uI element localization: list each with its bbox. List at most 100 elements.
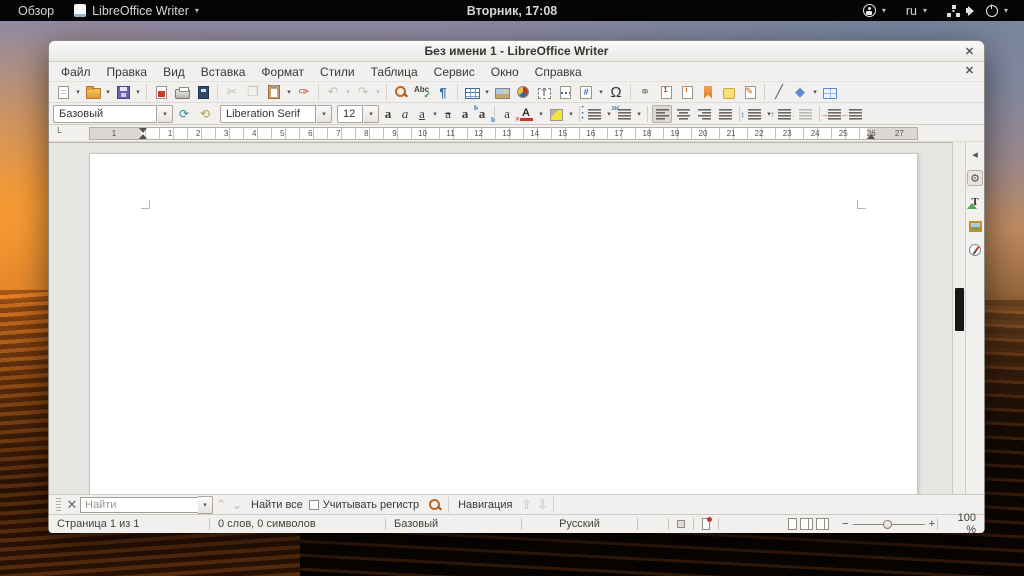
basic-shapes-dropdown[interactable]: ▾ xyxy=(811,83,819,101)
special-character-button[interactable]: Ω xyxy=(606,83,626,101)
tab-stop-selector[interactable]: └ xyxy=(55,127,61,137)
save-dropdown[interactable]: ▾ xyxy=(134,83,142,101)
superscript-button[interactable]: a xyxy=(457,105,473,123)
window-close-button[interactable]: ✕ xyxy=(961,43,978,60)
insert-table-button[interactable] xyxy=(462,83,482,101)
find-all-button[interactable]: Найти все xyxy=(245,498,309,512)
paragraph-style-combo[interactable]: Базовый xyxy=(53,105,157,123)
ruler-band[interactable]: 1234567891011121314151617181920212223242… xyxy=(89,127,918,140)
save-button[interactable] xyxy=(113,83,133,101)
find-history-dropdown[interactable]: ▾ xyxy=(198,496,213,514)
word-count-status[interactable]: 0 слов, 0 символов xyxy=(210,515,385,533)
menu-table[interactable]: Таблица xyxy=(363,63,426,81)
book-view-button[interactable] xyxy=(816,518,825,530)
show-draw-functions-button[interactable] xyxy=(820,83,840,101)
redo-button[interactable]: ↷ xyxy=(353,83,373,101)
left-indent-marker[interactable] xyxy=(139,130,147,139)
font-name-dropdown[interactable]: ▾ xyxy=(317,105,332,123)
bold-button[interactable]: a xyxy=(380,105,396,123)
document-modified-status[interactable] xyxy=(694,515,718,533)
menu-styles[interactable]: Стили xyxy=(312,63,363,81)
menu-edit[interactable]: Правка xyxy=(99,63,156,81)
undo-dropdown[interactable]: ▾ xyxy=(344,83,352,101)
navigate-next-button[interactable]: ⇩ xyxy=(534,496,550,514)
highlight-color-button[interactable] xyxy=(546,105,566,123)
document-page[interactable] xyxy=(89,153,918,494)
underline-dropdown[interactable]: ▾ xyxy=(431,105,439,123)
font-size-combo[interactable]: 12 xyxy=(337,105,363,123)
cut-button[interactable]: ✂ xyxy=(222,83,242,101)
menu-tools[interactable]: Сервис xyxy=(426,63,483,81)
sidebar-styles-icon[interactable]: T xyxy=(967,194,983,210)
menu-format[interactable]: Формат xyxy=(253,63,312,81)
track-changes-button[interactable] xyxy=(740,83,760,101)
redo-dropdown[interactable]: ▾ xyxy=(374,83,382,101)
keyboard-layout-menu[interactable]: ru ▾ xyxy=(898,0,935,21)
menu-insert[interactable]: Вставка xyxy=(193,63,254,81)
subscript-button[interactable]: a xyxy=(474,105,490,123)
open-dropdown[interactable]: ▾ xyxy=(104,83,112,101)
font-size-dropdown[interactable]: ▾ xyxy=(364,105,379,123)
highlight-color-dropdown[interactable]: ▾ xyxy=(567,105,575,123)
update-style-button[interactable]: ⟳ xyxy=(174,105,194,123)
align-center-button[interactable] xyxy=(673,105,693,123)
menu-view[interactable]: Вид xyxy=(155,63,193,81)
hyperlink-button[interactable]: ⚭ xyxy=(635,83,655,101)
copy-button[interactable]: ❐ xyxy=(243,83,263,101)
app-menu-button[interactable]: LibreOffice Writer ▾ xyxy=(66,0,207,21)
insert-field-button[interactable]: # xyxy=(576,83,596,101)
italic-button[interactable]: a xyxy=(397,105,413,123)
print-button[interactable] xyxy=(172,83,192,101)
menu-file[interactable]: Файл xyxy=(53,63,99,81)
sidebar-gallery-icon[interactable] xyxy=(967,218,983,234)
insert-textbox-button[interactable]: T xyxy=(534,83,554,101)
paste-button[interactable] xyxy=(264,83,284,101)
scrollbar-thumb[interactable] xyxy=(955,288,964,331)
zoom-in-button[interactable]: + xyxy=(929,518,935,530)
bookmark-button[interactable] xyxy=(698,83,718,101)
export-pdf-button[interactable] xyxy=(151,83,171,101)
formatting-marks-button[interactable]: ¶ xyxy=(433,83,453,101)
underline-button[interactable]: a xyxy=(414,105,430,123)
zoom-out-button[interactable]: − xyxy=(842,518,848,530)
spelling-button[interactable] xyxy=(412,83,432,101)
insert-table-dropdown[interactable]: ▾ xyxy=(483,83,491,101)
system-status-menu[interactable]: ▾ xyxy=(939,0,1016,21)
zoom-slider-knob[interactable] xyxy=(883,520,892,529)
find-input[interactable] xyxy=(80,497,198,513)
basic-shapes-button[interactable]: ◆ xyxy=(790,83,810,101)
footnote-button[interactable] xyxy=(656,83,676,101)
find-previous-button[interactable]: ⌃ xyxy=(213,496,229,514)
toolbar-grip[interactable] xyxy=(56,498,61,512)
align-right-button[interactable] xyxy=(694,105,714,123)
document-close-button[interactable]: ✕ xyxy=(961,62,978,79)
page-style-status[interactable]: Базовый xyxy=(386,515,521,533)
clear-formatting-button[interactable]: a xyxy=(499,105,515,123)
endnote-button[interactable] xyxy=(677,83,697,101)
vertical-scrollbar[interactable] xyxy=(952,142,966,494)
new-style-button[interactable]: ⟲ xyxy=(195,105,215,123)
numbered-list-button[interactable] xyxy=(614,105,634,123)
strikethrough-button[interactable]: a xyxy=(440,105,456,123)
workspace[interactable] xyxy=(49,142,952,494)
insert-line-button[interactable]: ╱ xyxy=(769,83,789,101)
page-number-status[interactable]: Страница 1 из 1 xyxy=(49,515,209,533)
multi-page-view-button[interactable] xyxy=(800,518,809,530)
print-preview-button[interactable] xyxy=(193,83,213,101)
zoom-percentage[interactable]: 100 % xyxy=(938,515,984,533)
font-color-dropdown[interactable]: ▾ xyxy=(537,105,545,123)
single-page-view-button[interactable] xyxy=(788,518,797,530)
find-and-replace-button[interactable] xyxy=(425,496,445,514)
titlebar[interactable]: Без имени 1 - LibreOffice Writer ✕ xyxy=(49,41,984,62)
paste-dropdown[interactable]: ▾ xyxy=(285,83,293,101)
open-button[interactable] xyxy=(83,83,103,101)
bullet-list-button[interactable] xyxy=(584,105,604,123)
sidebar-properties-icon[interactable]: ⚙ xyxy=(967,170,983,186)
align-left-button[interactable] xyxy=(652,105,672,123)
sidebar-toggle-icon[interactable]: ◂ xyxy=(967,146,983,162)
page-break-button[interactable] xyxy=(555,83,575,101)
insert-field-dropdown[interactable]: ▾ xyxy=(597,83,605,101)
menu-window[interactable]: Окно xyxy=(483,63,527,81)
insert-comment-button[interactable] xyxy=(719,83,739,101)
language-status[interactable]: Русский xyxy=(522,515,637,533)
